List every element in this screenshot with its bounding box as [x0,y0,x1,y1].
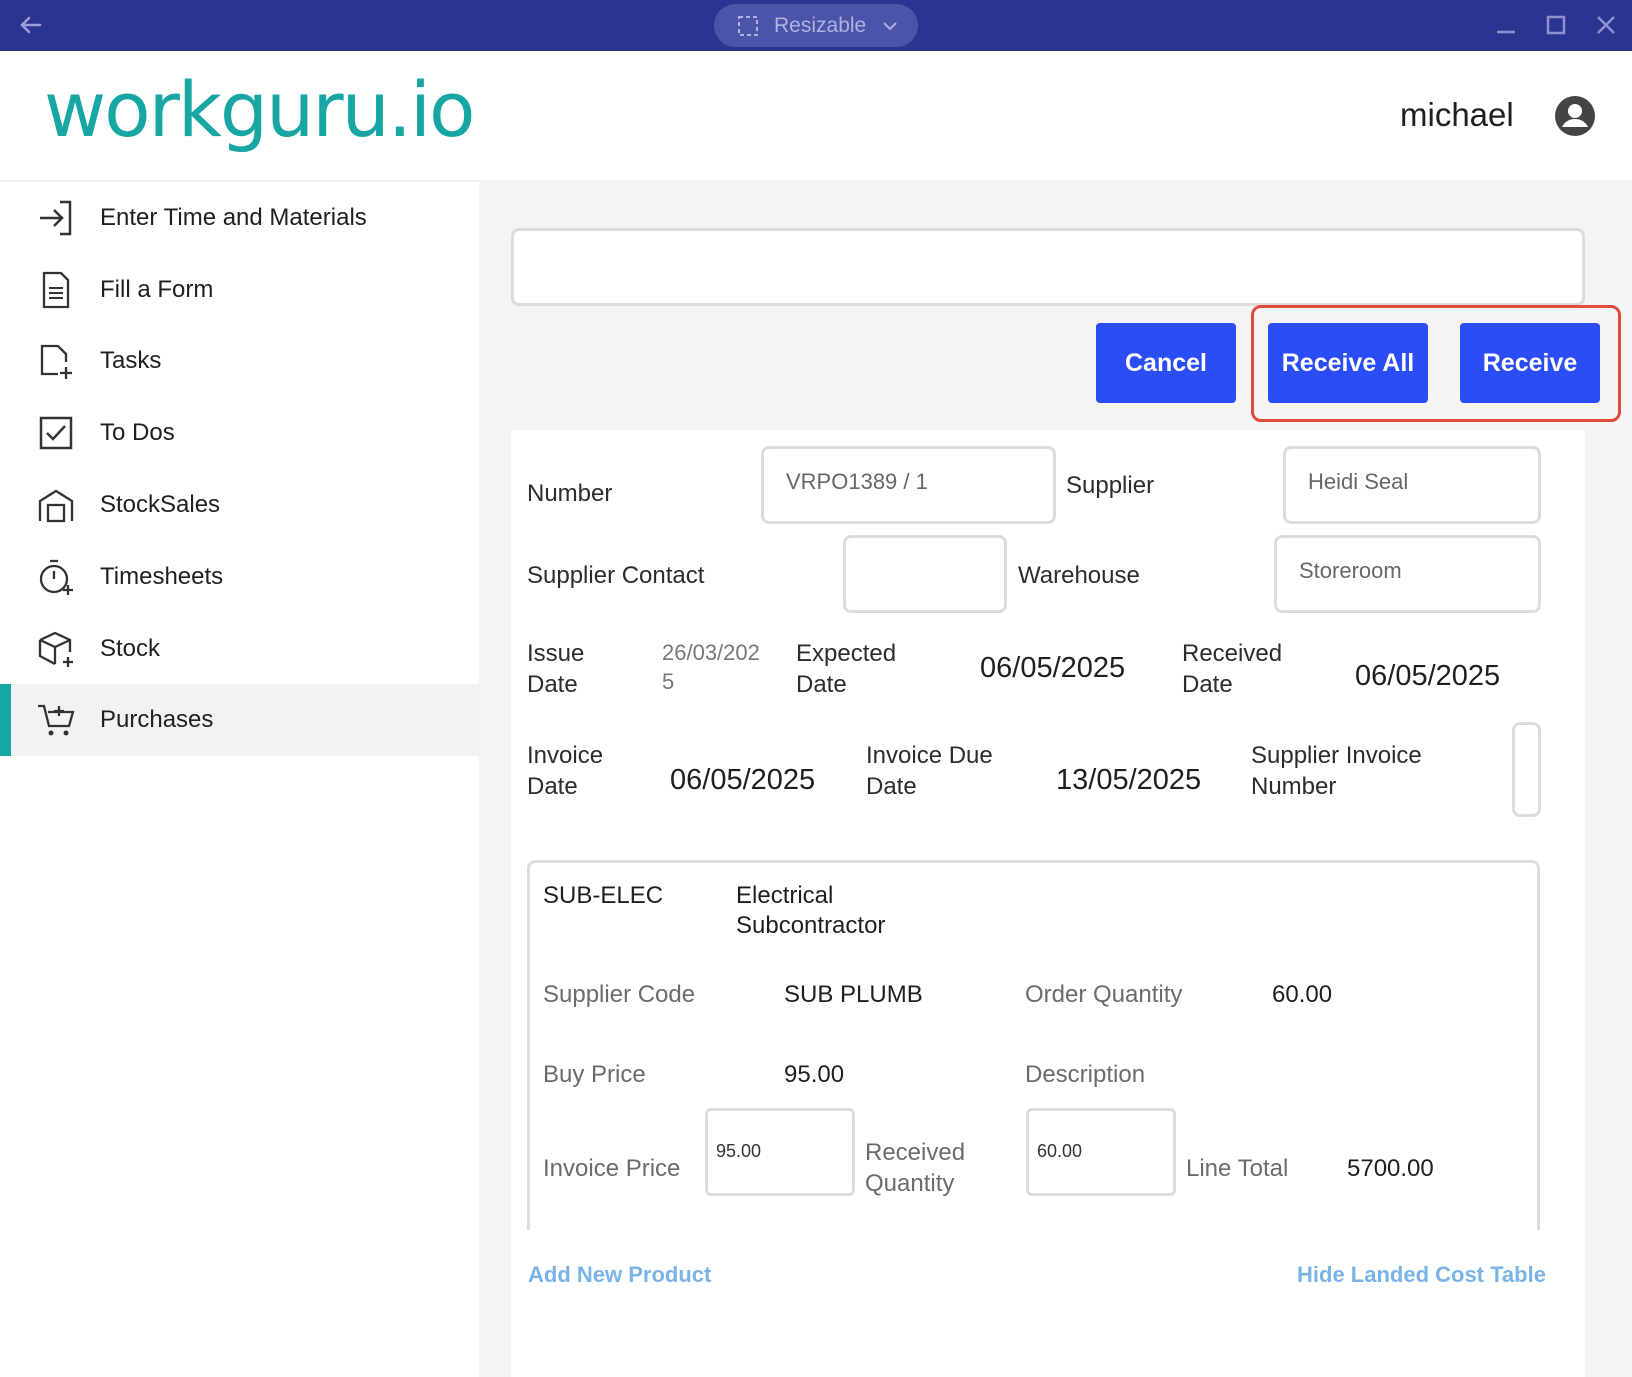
timer-add-icon [39,559,73,595]
issue-date-label-line2: Date [527,671,578,698]
product-name-line2[interactable]: Subcontractor [736,912,885,940]
close-icon[interactable] [1591,10,1621,40]
supplier-code-value: SUB PLUMB [784,981,923,1008]
task-add-icon [40,344,72,379]
line-total-label: Line Total [1186,1155,1289,1182]
supplier-contact-field[interactable] [843,535,1007,613]
sidebar-item-todos[interactable]: To Dos [0,397,479,469]
highlight-box [1251,305,1621,422]
login-arrow-icon [40,200,72,236]
received-date-value[interactable]: 06/05/2025 [1355,660,1500,693]
invoice-due-date-value[interactable]: 13/05/2025 [1056,764,1201,797]
order-quantity-label: Order Quantity [1025,981,1183,1008]
invoice-date-value[interactable]: 06/05/2025 [670,764,815,797]
notes-input[interactable] [511,228,1585,306]
invoice-date-label: Invoice [527,742,604,769]
invoice-due-date-label-line2: Date [866,773,917,800]
supplier-invoice-number-field[interactable] [1512,722,1541,817]
buy-price-value: 95.00 [784,1061,845,1088]
number-label: Number [527,480,613,507]
expected-date-label-line2: Date [796,671,847,698]
issue-date-label: Issue [527,640,585,667]
minimize-icon[interactable] [1491,10,1521,40]
sidebar-item-label: Enter Time and Materials [100,204,367,231]
sidebar-item-label: StockSales [100,491,221,518]
received-quantity-label-line2: Quantity [865,1170,955,1197]
description-label: Description [1025,1061,1146,1088]
sidebar-item-timesheets[interactable]: Timesheets [0,541,479,613]
received-date-label: Received [1182,640,1283,667]
back-arrow-icon[interactable] [14,9,46,41]
expected-date-value[interactable]: 06/05/2025 [980,652,1125,685]
cancel-button[interactable]: Cancel [1096,323,1236,403]
supplier-label: Supplier [1066,472,1155,499]
supplier-code-label: Supplier Code [543,981,696,1008]
hide-landed-cost-table-link[interactable]: Hide Landed Cost Table [1297,1262,1546,1288]
add-new-product-link[interactable]: Add New Product [528,1262,711,1288]
cart-add-icon [38,704,75,736]
sidebar-item-label: To Dos [100,419,175,446]
sidebar-item-label: Fill a Form [100,276,214,303]
sidebar-item-label: Purchases [100,706,214,733]
issue-date-value-line2: 5 [662,669,675,694]
invoice-date-label-line2: Date [527,773,578,800]
sidebar-item-purchases[interactable]: Purchases [0,684,479,756]
warehouse-field[interactable]: Storeroom [1274,535,1541,613]
maximize-icon[interactable] [1541,10,1571,40]
expected-date-label: Expected [796,640,897,667]
sidebar-item-stocksales[interactable]: StockSales [0,469,479,541]
sidebar-item-tasks[interactable]: Tasks [0,325,479,397]
resize-icon [738,15,758,36]
line-total-value: 5700.00 [1347,1155,1434,1182]
sidebar-item-label: Timesheets [100,563,224,590]
chevron-down-icon [883,21,897,30]
supplier-field[interactable]: Heidi Seal [1283,446,1541,524]
invoice-price-input[interactable]: 95.00 [705,1108,855,1196]
sidebar-item-fill-form[interactable]: Fill a Form [0,254,479,326]
buy-price-label: Buy Price [543,1061,646,1088]
sidebar-item-stock[interactable]: Stock [0,613,479,685]
sidebar: Enter Time and Materials Fill a Form Tas… [0,180,479,1377]
received-quantity-label: Received [865,1139,966,1166]
resizable-label: Resizable [774,13,867,37]
supplier-invoice-number-label-line2: Number [1251,773,1337,800]
sidebar-item-enter-time[interactable]: Enter Time and Materials [0,182,479,254]
box-add-icon [38,631,73,667]
product-code[interactable]: SUB-ELEC [543,882,663,910]
window-titlebar: Resizable [0,0,1632,51]
invoice-due-date-label: Invoice Due [866,742,993,769]
supplier-invoice-number-label: Supplier Invoice [1251,742,1422,769]
workguru-logo: workguru.io [44,65,476,154]
received-date-label-line2: Date [1182,671,1233,698]
product-name[interactable]: Electrical [736,882,833,910]
issue-date-value: 26/03/202 [662,640,760,665]
document-icon [42,271,70,309]
number-field[interactable]: VRPO1389 / 1 [761,446,1056,524]
warehouse-label: Warehouse [1018,562,1140,589]
resizable-mode-toggle[interactable]: Resizable [714,4,918,47]
store-icon [38,489,74,523]
sidebar-item-label: Stock [100,635,161,662]
invoice-price-label: Invoice Price [543,1155,681,1182]
checkbox-icon [39,416,73,450]
supplier-contact-label: Supplier Contact [527,562,705,589]
username[interactable]: michael [1400,96,1514,134]
received-quantity-input[interactable]: 60.00 [1026,1108,1176,1196]
order-quantity-value: 60.00 [1272,981,1333,1008]
account-icon[interactable] [1553,94,1597,138]
sidebar-item-label: Tasks [100,347,162,374]
